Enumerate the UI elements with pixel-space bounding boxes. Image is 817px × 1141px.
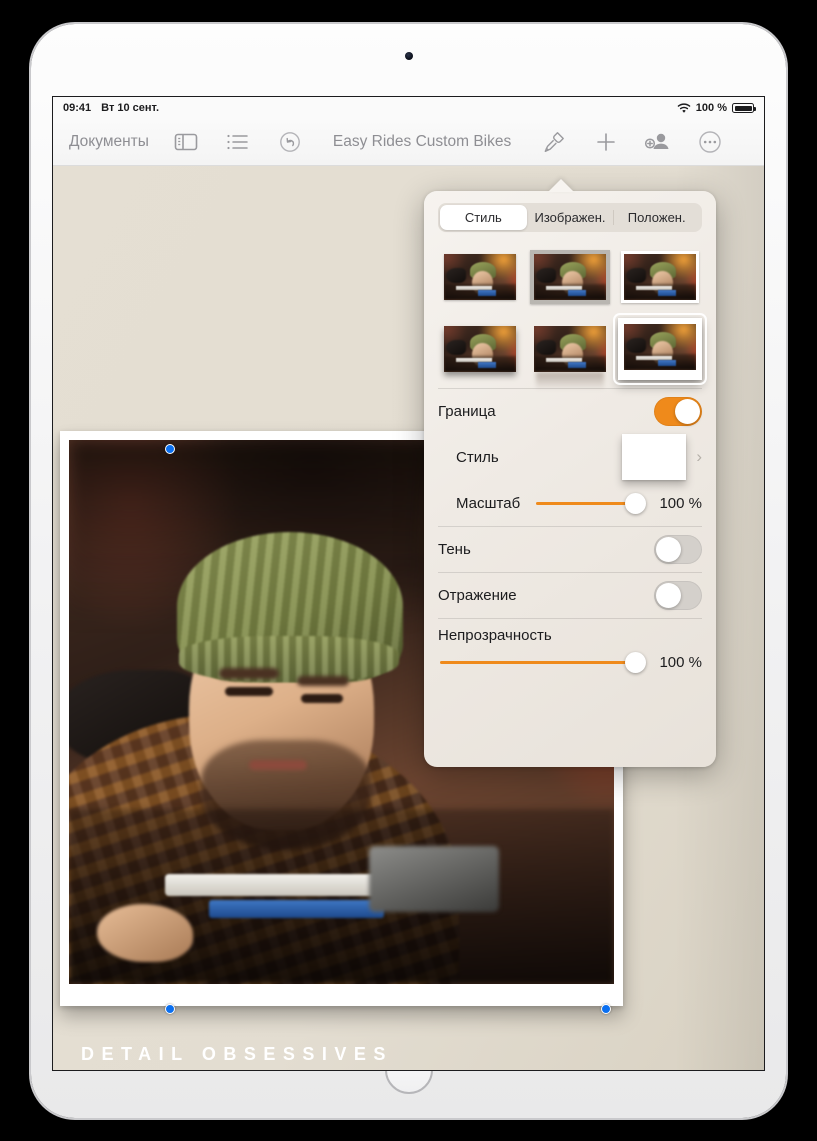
- row-border[interactable]: Граница: [438, 388, 702, 434]
- selection-handle-bottom-right[interactable]: [601, 1004, 611, 1014]
- selection-handle-bottom-center[interactable]: [165, 1004, 175, 1014]
- image-style-grid[interactable]: [424, 232, 716, 388]
- row-shadow[interactable]: Тень: [438, 526, 702, 572]
- tab-arrange[interactable]: Положен.: [613, 205, 700, 230]
- ellipsis-circle-icon[interactable]: [695, 125, 725, 159]
- border-style-label: Стиль: [456, 448, 499, 466]
- format-segmented-control[interactable]: Стиль Изображен. Положен.: [438, 203, 702, 232]
- page-caption[interactable]: DETAIL OBSESSIVES: [81, 1044, 393, 1065]
- wifi-icon: [677, 102, 691, 114]
- battery-icon: [732, 103, 756, 113]
- style-thumbnail-4[interactable]: [438, 318, 522, 380]
- document-title[interactable]: Easy Rides Custom Bikes: [333, 133, 511, 151]
- scale-label: Масштаб: [456, 494, 521, 512]
- chevron-right-icon[interactable]: ›: [696, 447, 702, 467]
- border-style-swatch[interactable]: [622, 434, 687, 480]
- paintbrush-icon[interactable]: [539, 125, 569, 159]
- style-thumbnail-5[interactable]: [528, 318, 612, 380]
- plus-icon[interactable]: [591, 125, 621, 159]
- documents-button[interactable]: Документы: [69, 125, 149, 159]
- border-label: Граница: [438, 403, 496, 420]
- battery-percent: 100 %: [695, 102, 727, 114]
- scale-slider[interactable]: [536, 489, 646, 517]
- sidebar-icon[interactable]: [171, 125, 201, 159]
- tab-image[interactable]: Изображен.: [527, 205, 614, 230]
- row-scale[interactable]: Масштаб 100 %: [438, 480, 702, 526]
- shadow-toggle[interactable]: [654, 535, 702, 564]
- opacity-value: 100 %: [659, 653, 702, 671]
- shadow-label: Тень: [438, 541, 471, 558]
- ipad-device: 09:41 Вт 10 сент. 100 % Документы Easy R…: [31, 24, 786, 1118]
- format-popover: Стиль Изображен. Положен. Граница Стиль …: [424, 191, 716, 767]
- app-toolbar: Документы Easy Rides Custom Bikes: [53, 119, 764, 166]
- list-icon[interactable]: [223, 125, 253, 159]
- reflection-toggle[interactable]: [654, 581, 702, 610]
- opacity-slider[interactable]: [440, 648, 646, 676]
- undo-icon[interactable]: [275, 125, 305, 159]
- style-thumbnail-6[interactable]: [618, 318, 702, 380]
- tab-style[interactable]: Стиль: [440, 205, 527, 230]
- row-opacity[interactable]: Непрозрачность 100 %: [438, 618, 702, 680]
- status-bar-left: 09:41 Вт 10 сент.: [63, 102, 159, 114]
- status-date: Вт 10 сент.: [101, 102, 160, 114]
- row-border-style[interactable]: Стиль ›: [438, 434, 702, 480]
- popover-arrow: [548, 179, 574, 192]
- status-bar-right: 100 %: [677, 102, 756, 114]
- status-bar: 09:41 Вт 10 сент. 100 %: [53, 97, 764, 119]
- ipad-screen: 09:41 Вт 10 сент. 100 % Документы Easy R…: [53, 97, 764, 1070]
- style-thumbnail-1[interactable]: [438, 246, 522, 308]
- row-reflection[interactable]: Отражение: [438, 572, 702, 618]
- add-person-icon[interactable]: [643, 125, 673, 159]
- front-camera-icon: [404, 52, 413, 60]
- border-toggle[interactable]: [654, 397, 702, 426]
- status-time: 09:41: [63, 102, 92, 114]
- selection-handle-top-center[interactable]: [165, 444, 175, 454]
- scale-value: 100 %: [659, 494, 702, 512]
- style-thumbnail-3[interactable]: [618, 246, 702, 308]
- reflection-label: Отражение: [438, 587, 517, 604]
- opacity-label: Непрозрачность: [438, 627, 552, 644]
- style-thumbnail-2[interactable]: [528, 246, 612, 308]
